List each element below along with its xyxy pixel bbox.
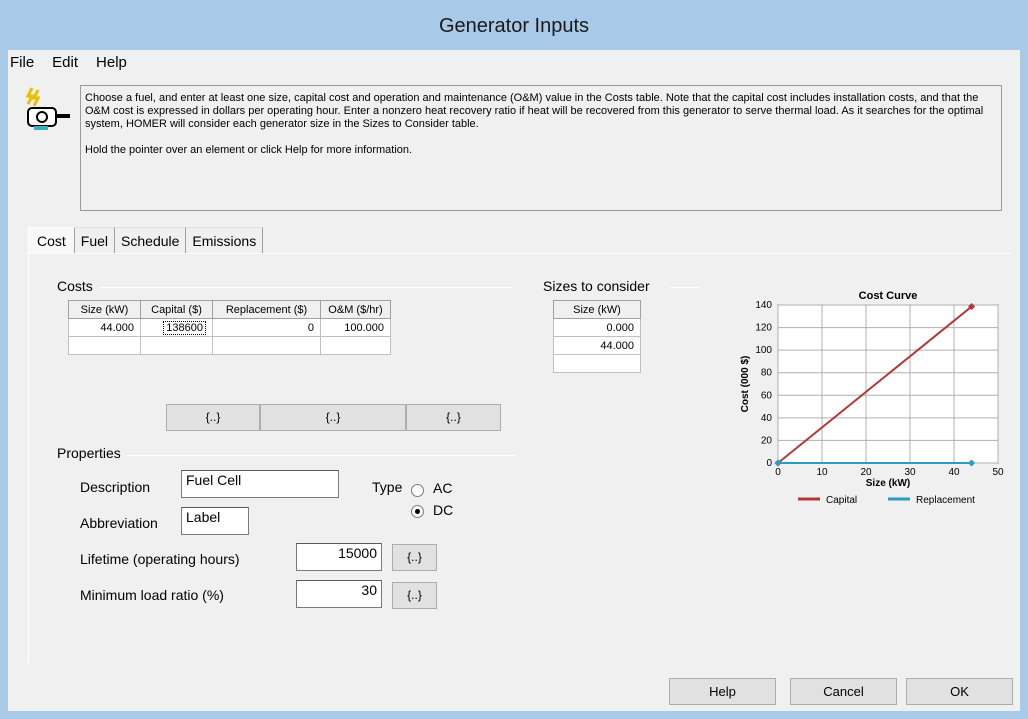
table-cell[interactable] (68, 336, 141, 355)
lifetime-label: Lifetime (operating hours) (80, 551, 240, 567)
type-dc-radio[interactable] (411, 505, 424, 518)
generator-icon (25, 87, 70, 130)
lifetime-sensitivity-button[interactable]: {..} (392, 544, 437, 571)
om-sensitivity-button[interactable]: {..} (406, 404, 501, 431)
info-paragraph-2: Hold the pointer over an element or clic… (85, 144, 413, 156)
min-load-sensitivity-button[interactable]: {..} (392, 582, 437, 609)
menu-edit[interactable]: Edit (50, 54, 80, 76)
description-field[interactable]: Fuel Cell (181, 470, 339, 498)
lifetime-field[interactable]: 15000 (296, 543, 382, 571)
window-frame-left (0, 50, 8, 719)
table-cell[interactable]: 0 (212, 318, 321, 337)
cancel-button[interactable]: Cancel (790, 678, 897, 705)
capital-sensitivity-button[interactable]: {..} (166, 404, 260, 431)
chart-y-axis-label: Cost (000 $) (740, 356, 751, 413)
costs-header-replacement: Replacement ($) (212, 300, 321, 319)
table-cell-value[interactable]: 138600 (163, 320, 206, 335)
chart-title: Cost Curve (859, 290, 918, 302)
type-dc-label[interactable]: DC (433, 502, 453, 518)
menu-help[interactable]: Help (94, 54, 129, 76)
properties-group-line (60, 455, 516, 456)
table-cell[interactable]: 44.000 (68, 318, 141, 337)
sizes-group-label: Sizes to consider (543, 278, 656, 294)
type-label: Type (372, 479, 403, 495)
table-cell[interactable]: 138600 (140, 318, 213, 337)
chart-y-tick-label: 80 (761, 368, 773, 379)
chart-x-tick-label: 0 (775, 467, 781, 478)
table-row: 44.000 (553, 336, 641, 355)
table-cell[interactable]: 44.000 (553, 336, 641, 355)
sizes-table[interactable]: Size (kW) 0.000 44.000 (553, 300, 641, 373)
chart-x-tick-label: 20 (860, 467, 872, 478)
tab-fuel[interactable]: Fuel (74, 227, 116, 254)
chart-x-axis-label: Size (kW) (866, 478, 910, 489)
table-row: 44.000 138600 0 100.000 (68, 318, 391, 337)
menu-bar: File Edit Help (8, 54, 129, 76)
chart-y-tick-label: 0 (766, 458, 772, 469)
help-button[interactable]: Help (669, 678, 776, 705)
tab-bar: Cost Fuel Schedule Emissions (28, 227, 264, 254)
menu-file[interactable]: File (8, 54, 36, 76)
cost-curve-chart: Cost Curve 0 20 40 60 80 100 120 140 0 10 20 30 40 50 S… (740, 290, 1004, 506)
table-row (553, 354, 641, 373)
chart-y-tick-label: 120 (755, 323, 772, 334)
chart-plot-area (777, 304, 999, 464)
chart-x-tick-label: 30 (904, 467, 916, 478)
costs-group-line (60, 287, 512, 288)
chart-x-tick-label: 40 (948, 467, 960, 478)
table-cell[interactable]: 0.000 (553, 318, 641, 337)
window-frame-right (1020, 50, 1028, 719)
costs-group-label: Costs (57, 278, 99, 294)
info-paragraph-1: Choose a fuel, and enter at least one si… (85, 92, 984, 130)
window-frame-bottom (0, 711, 1028, 719)
ok-button[interactable]: OK (906, 678, 1013, 705)
sizes-group-line (670, 287, 700, 288)
chart-y-tick-label: 40 (761, 413, 773, 424)
chart-x-tick-label: 50 (992, 467, 1004, 478)
window-title: Generator Inputs (0, 0, 1028, 50)
chart-y-tick-label: 60 (761, 390, 773, 401)
costs-table[interactable]: Size (kW) Capital ($) Replacement ($) O&… (68, 300, 391, 355)
type-ac-radio[interactable] (411, 484, 424, 497)
table-cell[interactable] (212, 336, 321, 355)
table-cell[interactable] (553, 354, 641, 373)
table-row (68, 336, 391, 355)
abbreviation-label: Abbreviation (80, 515, 158, 531)
tab-cost[interactable]: Cost (28, 227, 75, 254)
description-label: Description (80, 479, 151, 495)
chart-legend-label-replacement: Replacement (916, 495, 975, 506)
sizes-header: Size (kW) (553, 300, 641, 319)
chart-y-tick-label: 20 (761, 435, 773, 446)
chart-y-tick-label: 140 (755, 300, 772, 311)
costs-header-size: Size (kW) (68, 300, 141, 319)
type-ac-label[interactable]: AC (433, 480, 452, 496)
tab-emissions[interactable]: Emissions (186, 227, 264, 254)
table-cell[interactable] (140, 336, 213, 355)
abbreviation-field[interactable]: Label (181, 507, 249, 535)
properties-group-label: Properties (57, 445, 127, 461)
table-row: 0.000 (553, 318, 641, 337)
tab-schedule[interactable]: Schedule (115, 227, 187, 254)
costs-header-capital: Capital ($) (140, 300, 213, 319)
info-box: Choose a fuel, and enter at least one si… (80, 85, 1002, 211)
costs-header-om: O&M ($/hr) (320, 300, 391, 319)
min-load-field[interactable]: 30 (296, 580, 382, 608)
min-load-label: Minimum load ratio (%) (80, 587, 224, 603)
table-cell[interactable]: 100.000 (320, 318, 391, 337)
table-cell[interactable] (320, 336, 391, 355)
replacement-sensitivity-button[interactable]: {..} (260, 404, 406, 431)
chart-y-tick-label: 100 (755, 345, 772, 356)
chart-x-tick-label: 10 (816, 467, 828, 478)
chart-legend-label-capital: Capital (826, 495, 857, 506)
